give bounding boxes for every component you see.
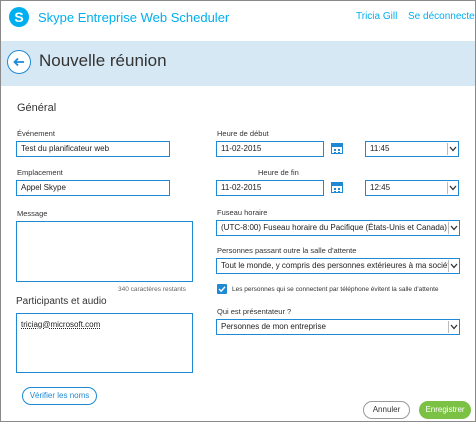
back-button[interactable] — [7, 50, 31, 74]
timezone-value: (UTC-8:00) Fuseau horaire du Pacifique (… — [221, 223, 447, 232]
timezone-label: Fuseau horaire — [217, 208, 268, 217]
user-name-link[interactable]: Tricia Gill — [356, 11, 397, 22]
end-time-select[interactable]: 12:45 — [365, 180, 459, 196]
chevron-down-icon — [447, 182, 457, 194]
end-time-label: Heure de fin — [258, 168, 299, 177]
phone-bypass-label: Les personnes qui se connectent par télé… — [232, 286, 439, 293]
start-date-input[interactable]: 11-02-2015 — [216, 141, 324, 157]
check-icon — [218, 286, 226, 293]
end-date-input[interactable]: 11-02-2015 — [216, 180, 324, 196]
chevron-down-icon — [448, 222, 458, 234]
cancel-button[interactable]: Annuler — [363, 401, 410, 419]
lobby-select[interactable]: Tout le monde, y compris des personnes e… — [216, 258, 460, 274]
lobby-value: Tout le monde, y compris des personnes e… — [221, 261, 455, 270]
calendar-icon[interactable] — [331, 143, 343, 154]
location-input[interactable]: Appel Skype — [16, 180, 170, 196]
verify-names-button[interactable]: Vérifier les noms — [22, 387, 97, 405]
skype-logo: S — [9, 7, 29, 27]
participants-textarea[interactable]: triciag@microsoft.com — [16, 313, 193, 373]
end-time-value: 12:45 — [370, 183, 391, 192]
start-time-value: 11:45 — [370, 144, 390, 153]
char-count: 340 caractères restants — [118, 286, 186, 293]
back-arrow-icon — [13, 57, 24, 67]
chevron-down-icon — [447, 143, 457, 155]
chevron-down-icon — [448, 321, 458, 333]
calendar-icon[interactable] — [331, 182, 343, 193]
lobby-label: Personnes passant outre la salle d'atten… — [217, 246, 357, 255]
scheduler-window: S Skype Entreprise Web Scheduler Tricia … — [0, 0, 476, 422]
start-time-label: Heure de début — [217, 129, 269, 138]
phone-bypass-checkbox[interactable] — [217, 284, 227, 294]
chevron-down-icon — [448, 260, 458, 272]
app-header: S Skype Entreprise Web Scheduler Tricia … — [1, 1, 476, 33]
event-label: Événement — [17, 129, 55, 138]
page-title: Nouvelle réunion — [39, 51, 167, 70]
participants-title: Participants et audio — [16, 296, 107, 307]
presenter-select[interactable]: Personnes de mon entreprise — [216, 319, 460, 335]
title-band: Nouvelle réunion — [1, 41, 475, 86]
event-input[interactable]: Test du planificateur web — [16, 141, 170, 157]
participant-entry: triciag@microsoft.com — [21, 320, 101, 329]
location-label: Emplacement — [17, 168, 63, 177]
section-general-title: Général — [17, 102, 57, 114]
app-title: Skype Entreprise Web Scheduler — [38, 10, 230, 25]
presenter-label: Qui est présentateur ? — [217, 307, 292, 316]
start-time-select[interactable]: 11:45 — [365, 141, 459, 157]
message-label: Message — [17, 209, 48, 218]
timezone-select[interactable]: (UTC-8:00) Fuseau horaire du Pacifique (… — [216, 220, 460, 236]
save-button[interactable]: Enregistrer — [419, 401, 471, 419]
signout-link[interactable]: Se déconnecter — [408, 11, 476, 22]
presenter-value: Personnes de mon entreprise — [221, 322, 326, 331]
message-textarea[interactable] — [16, 221, 193, 282]
